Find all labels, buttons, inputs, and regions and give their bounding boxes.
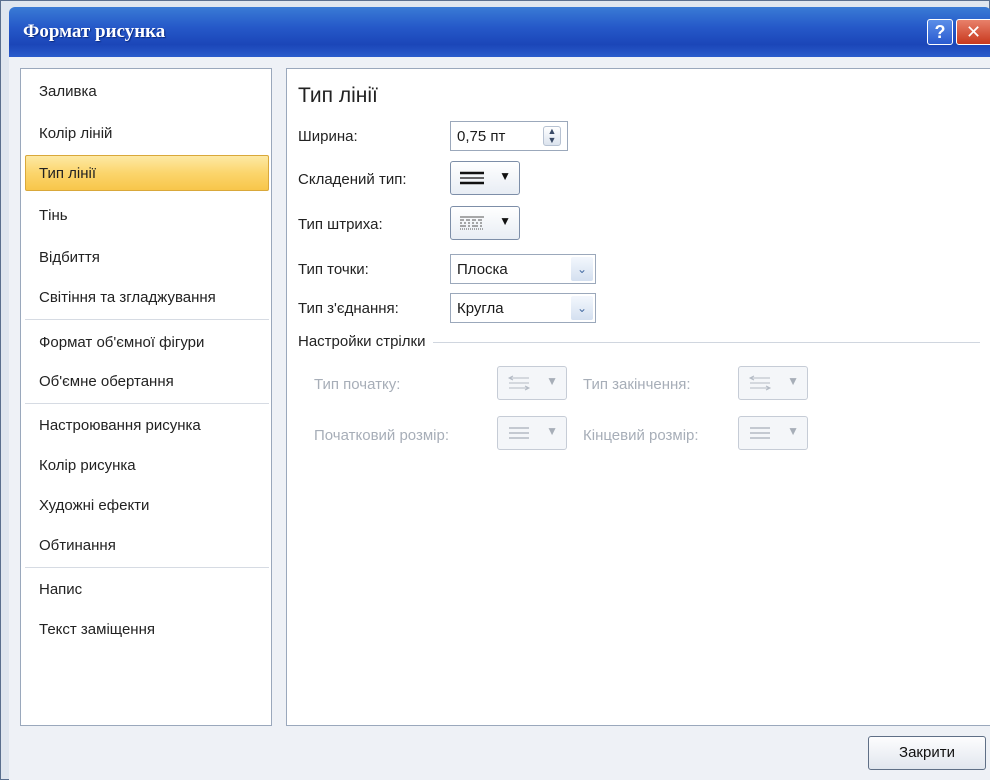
begin-size-dropdown[interactable]: ▼ (497, 416, 567, 450)
compound-type-label: Складений тип: (298, 171, 407, 188)
nav-item-3d-format[interactable]: Формат об'ємної фігури (25, 324, 269, 360)
width-label: Ширина: (298, 128, 358, 145)
join-type-select[interactable]: Кругла ⌄ (450, 293, 596, 323)
compound-lines-icon (460, 171, 484, 185)
dash-type-label: Тип штриха: (298, 216, 383, 233)
dash-lines-icon (460, 216, 484, 230)
nav-item-glow-soft-edges[interactable]: Світіння та згладжування (25, 279, 269, 315)
arrow-type-icon (748, 375, 772, 391)
chevron-down-icon: ▼ (546, 424, 558, 438)
help-icon[interactable]: ? (927, 19, 953, 45)
nav-item-picture-color[interactable]: Колір рисунка (25, 447, 269, 483)
end-type-label: Тип закінчення: (583, 376, 691, 393)
begin-type-dropdown[interactable]: ▼ (497, 366, 567, 400)
nav-item-fill[interactable]: Заливка (25, 73, 269, 109)
nav-item-crop[interactable]: Обтинання (25, 527, 269, 563)
close-button[interactable]: Закрити (868, 736, 986, 770)
arrow-size-icon (750, 427, 770, 439)
chevron-down-icon[interactable]: ⌄ (571, 257, 593, 281)
width-spinner[interactable]: 0,75 пт ▲ ▼ (450, 121, 568, 151)
spin-updown-icon[interactable]: ▲ ▼ (543, 126, 561, 146)
nav-item-line-color[interactable]: Колір ліній (25, 115, 269, 151)
settings-panel (286, 68, 990, 726)
join-type-label: Тип з'єднання: (298, 300, 399, 317)
nav-separator (25, 403, 269, 404)
close-icon[interactable]: ✕ (956, 19, 990, 45)
nav-item-picture-corrections[interactable]: Настроювання рисунка (25, 407, 269, 443)
chevron-down-icon: ▼ (787, 424, 799, 438)
chevron-down-icon: ▼ (546, 374, 558, 388)
title-bar[interactable]: Формат рисунка ? ✕ (9, 7, 990, 57)
end-size-dropdown[interactable]: ▼ (738, 416, 808, 450)
join-type-value: Кругла (457, 300, 504, 317)
nav-item-line-style[interactable]: Тип лінії (25, 155, 269, 191)
end-type-dropdown[interactable]: ▼ (738, 366, 808, 400)
nav-separator (25, 319, 269, 320)
window-title: Формат рисунка (23, 21, 166, 42)
chevron-down-icon: ▼ (499, 214, 511, 228)
nav-item-reflection[interactable]: Відбиття (25, 239, 269, 275)
dash-type-dropdown[interactable]: ▼ (450, 206, 520, 240)
cap-type-label: Тип точки: (298, 261, 369, 278)
nav-separator (25, 567, 269, 568)
section-title: Тип лінії (298, 84, 378, 107)
category-list: Заливка Колір ліній Тип лінії Тінь Відби… (20, 68, 272, 726)
chevron-down-icon[interactable]: ⌄ (571, 296, 593, 320)
begin-type-label: Тип початку: (314, 376, 401, 393)
nav-item-alt-text[interactable]: Текст заміщення (25, 611, 269, 647)
chevron-down-icon: ▼ (499, 169, 511, 183)
cap-type-value: Плоска (457, 261, 508, 278)
cap-type-select[interactable]: Плоска ⌄ (450, 254, 596, 284)
arrow-size-icon (509, 427, 529, 439)
begin-size-label: Початковий розмір: (314, 427, 450, 444)
end-size-label: Кінцевий розмір: (583, 427, 699, 444)
chevron-down-icon: ▼ (787, 374, 799, 388)
compound-type-dropdown[interactable]: ▼ (450, 161, 520, 195)
nav-item-shadow[interactable]: Тінь (25, 197, 269, 233)
nav-item-text-box[interactable]: Напис (25, 571, 269, 607)
arrow-settings-title: Настройки стрілки (298, 333, 434, 350)
nav-item-3d-rotation[interactable]: Об'ємне обертання (25, 363, 269, 399)
spin-down-icon[interactable]: ▼ (548, 135, 557, 145)
arrow-type-icon (507, 375, 531, 391)
width-value: 0,75 пт (457, 128, 506, 145)
nav-item-artistic-effects[interactable]: Художні ефекти (25, 487, 269, 523)
